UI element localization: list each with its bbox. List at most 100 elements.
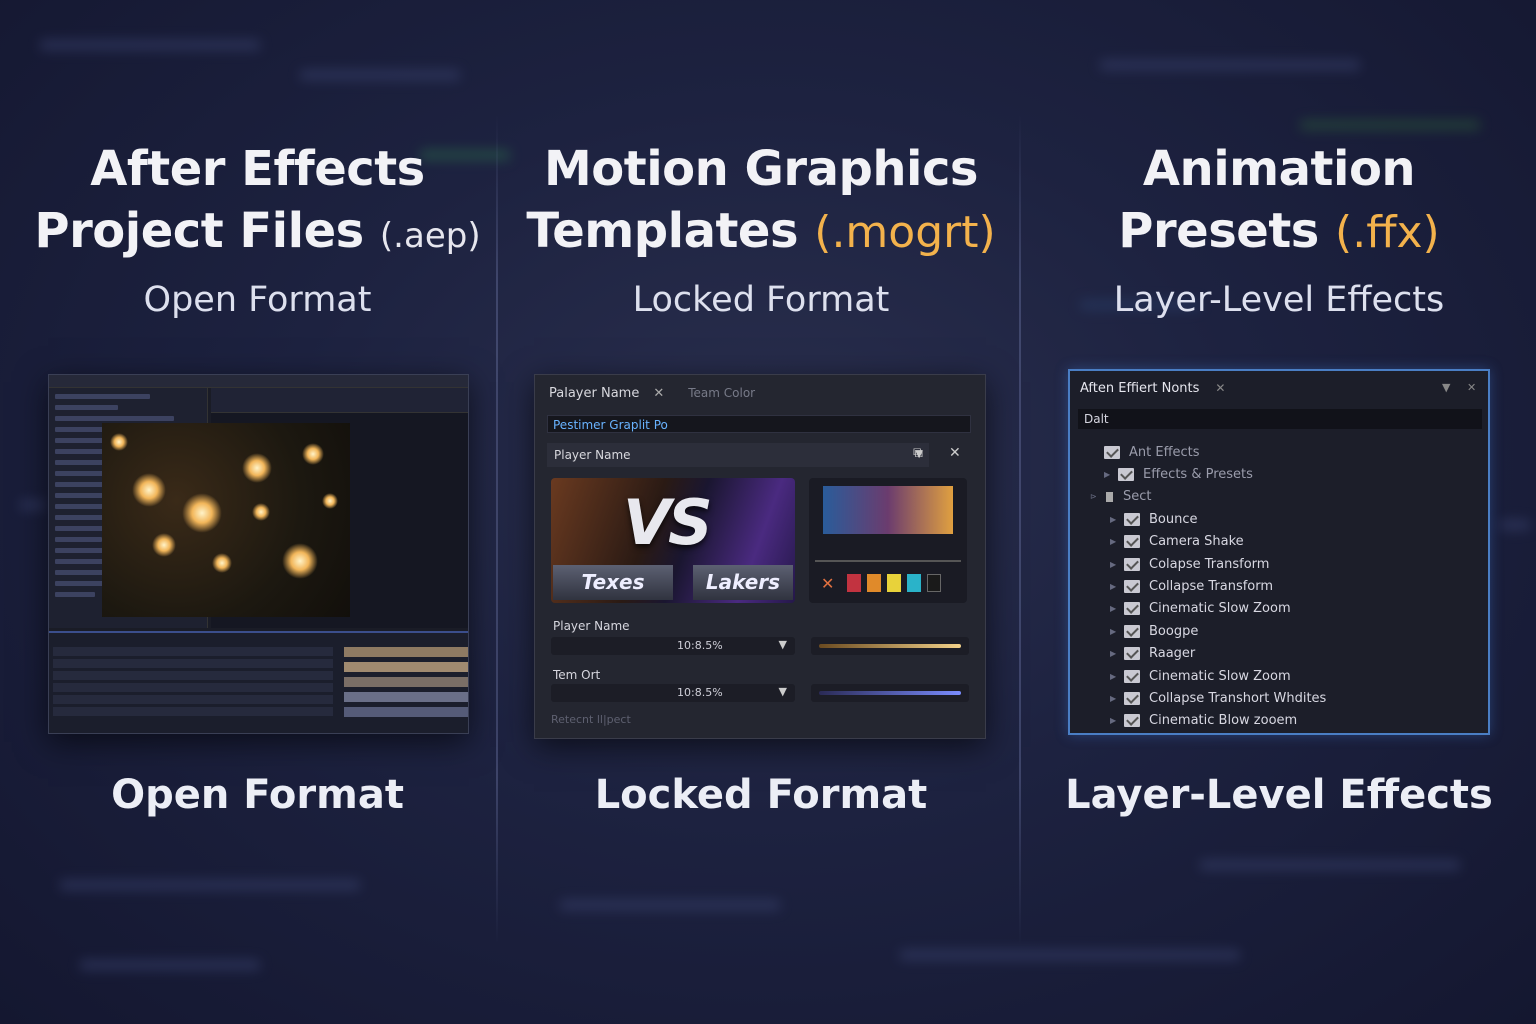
divider [815,560,961,562]
effect-item[interactable]: ⊳ Sect [1090,486,1470,508]
preset-icon [1124,512,1140,526]
chevron-right-icon[interactable]: ▶ [1110,672,1124,681]
blue-gradient-control[interactable] [811,684,969,702]
close-icon[interactable]: ✕ [949,445,961,461]
folder-icon[interactable]: ⊳ [1090,492,1104,501]
column-title: Animation Presets (.ffx) [1022,138,1536,264]
close-icon[interactable]: ✕ [821,574,834,593]
effect-item[interactable]: Ant Effects [1090,441,1470,463]
color-swatch[interactable] [847,574,861,592]
effect-item[interactable]: ▶ Cinematic Slow Zoom [1110,665,1488,687]
effect-label: Sect [1123,489,1152,505]
gold-gradient-control[interactable] [811,637,969,655]
close-icon[interactable]: ✕ [653,386,664,401]
effect-item[interactable]: ▶ Camera Shake [1110,531,1488,553]
preset-icon [1124,669,1140,683]
selected-layer-field[interactable]: Pestimer Graplit Po [547,415,971,433]
color-swatch[interactable] [887,574,901,592]
column-caption: Open Format [111,772,404,818]
chevron-right-icon[interactable]: ▶ [1110,515,1124,524]
column-caption: Layer-Level Effects [1065,772,1493,818]
effect-item[interactable]: ▶ Bounce [1110,508,1488,530]
panel-footer: Retecnt ll|pect [551,713,631,726]
effect-item[interactable]: ▶ Effects & Presets [1104,463,1484,485]
color-swatch[interactable] [867,574,881,592]
viewer-toolbar [211,388,468,413]
effect-item[interactable]: ▶ Raager [1110,643,1488,665]
title-line1: Motion Graphics [544,141,978,197]
player-name-dropdown[interactable]: Player Name ▼ [547,443,929,467]
preset-icon [1124,557,1140,571]
effect-item[interactable]: ▶ Collapse Transhort Whdites [1110,687,1488,709]
effect-label: Boogpe [1149,623,1199,639]
preset-icon [1124,579,1140,593]
preset-icon [1124,714,1140,728]
chevron-right-icon[interactable]: ▶ [1110,627,1124,636]
close-icon[interactable]: ✕ [1467,381,1476,394]
search-input[interactable]: Dalt [1078,409,1482,429]
effect-item[interactable]: ▶ Colapse Transform [1110,553,1488,575]
chevron-right-icon[interactable]: ▶ [1110,604,1124,613]
column-subtitle: Open Format [143,280,372,320]
chevron-right-icon[interactable]: ▶ [1104,470,1118,479]
effect-item[interactable]: ▶ Cinematic Slow Zoom [1110,598,1488,620]
effect-label: Cinematic Slow Zoom [1149,601,1291,617]
tab-team-color[interactable]: Team Color [688,386,755,400]
title-line2-text: Presets [1118,203,1319,259]
control-label: Tem Ort [553,668,601,682]
panel-header: Aften Effiert Nonts ✕ ▼ ✕ [1070,371,1488,405]
chevron-right-icon[interactable]: ▶ [1110,560,1124,569]
preset-icon [1124,691,1140,705]
vs-text: VS [623,486,713,559]
color-swatch[interactable] [927,574,941,592]
effect-label: Collapse Transhort Whdites [1149,690,1327,706]
effect-label: Cinematic Slow Zoom [1149,668,1291,684]
preset-icon [1118,467,1134,481]
team-right-label: Lakers [693,565,793,600]
after-effects-project-screenshot [48,374,469,734]
bokeh-lights-preview [102,423,350,617]
folder-icon [1106,491,1113,502]
preset-icon [1104,445,1120,459]
vs-template-preview: VS Texes Lakers [551,478,795,603]
title-line2-text: Project Files [34,203,364,259]
title-line2: Presets (.ffx) [1022,200,1536,264]
effect-label: Colapse Transform [1149,556,1270,572]
chevron-right-icon[interactable]: ▶ [1110,716,1124,725]
column-subtitle: Layer-Level Effects [1113,280,1445,320]
chevron-right-icon[interactable]: ▶ [1110,582,1124,591]
file-extension: (.aep) [379,216,481,256]
effect-item[interactable]: ▶ Collapse Transform [1110,575,1488,597]
preset-icon [1124,647,1140,661]
preset-icon [1124,624,1140,638]
chevron-down-icon: ▼ [778,685,787,698]
title-line2: Project Files (.aep) [0,200,515,267]
title-line2-text: Templates [526,203,799,259]
team-color-slider[interactable]: 10:8.5% ▼ [551,684,795,702]
panel-menu-icon[interactable]: ▼ [1442,381,1450,394]
effects-presets-panel: Aften Effiert Nonts ✕ ▼ ✕ Dalt Ant Effec… [1068,369,1490,735]
column-caption: Locked Format [594,772,928,818]
chevron-right-icon[interactable]: ▶ [1110,537,1124,546]
link-icon[interactable]: ⧉ [913,445,923,461]
logo-thumbnail: ✕ [809,478,967,603]
essential-graphics-panel: Palayer Name ✕ Team Color Pestimer Grapl… [534,374,986,739]
preset-icon [1124,535,1140,549]
effect-label: Ant Effects [1129,444,1200,460]
effect-label: Bounce [1149,511,1198,527]
effect-label: Effects & Presets [1143,466,1253,482]
column-subtitle: Locked Format [632,280,890,320]
close-icon[interactable]: ✕ [1215,381,1225,395]
player-name-slider[interactable]: 10:8.5% ▼ [551,637,795,655]
preset-icon [1124,602,1140,616]
slider-value: 10:8.5% [677,639,723,652]
chevron-right-icon[interactable]: ▶ [1110,694,1124,703]
tab-player-name[interactable]: Palayer Name [549,386,639,401]
effect-item[interactable]: ▶ Boogpe [1110,620,1488,642]
panel-tabs: Palayer Name ✕ Team Color [535,375,985,411]
effect-item[interactable]: ▶ Cinematic Blow zooem [1110,710,1488,732]
color-swatch[interactable] [907,574,921,592]
slider-value: 10:8.5% [677,686,723,699]
panel-title[interactable]: Aften Effiert Nonts [1080,381,1199,396]
chevron-right-icon[interactable]: ▶ [1110,649,1124,658]
